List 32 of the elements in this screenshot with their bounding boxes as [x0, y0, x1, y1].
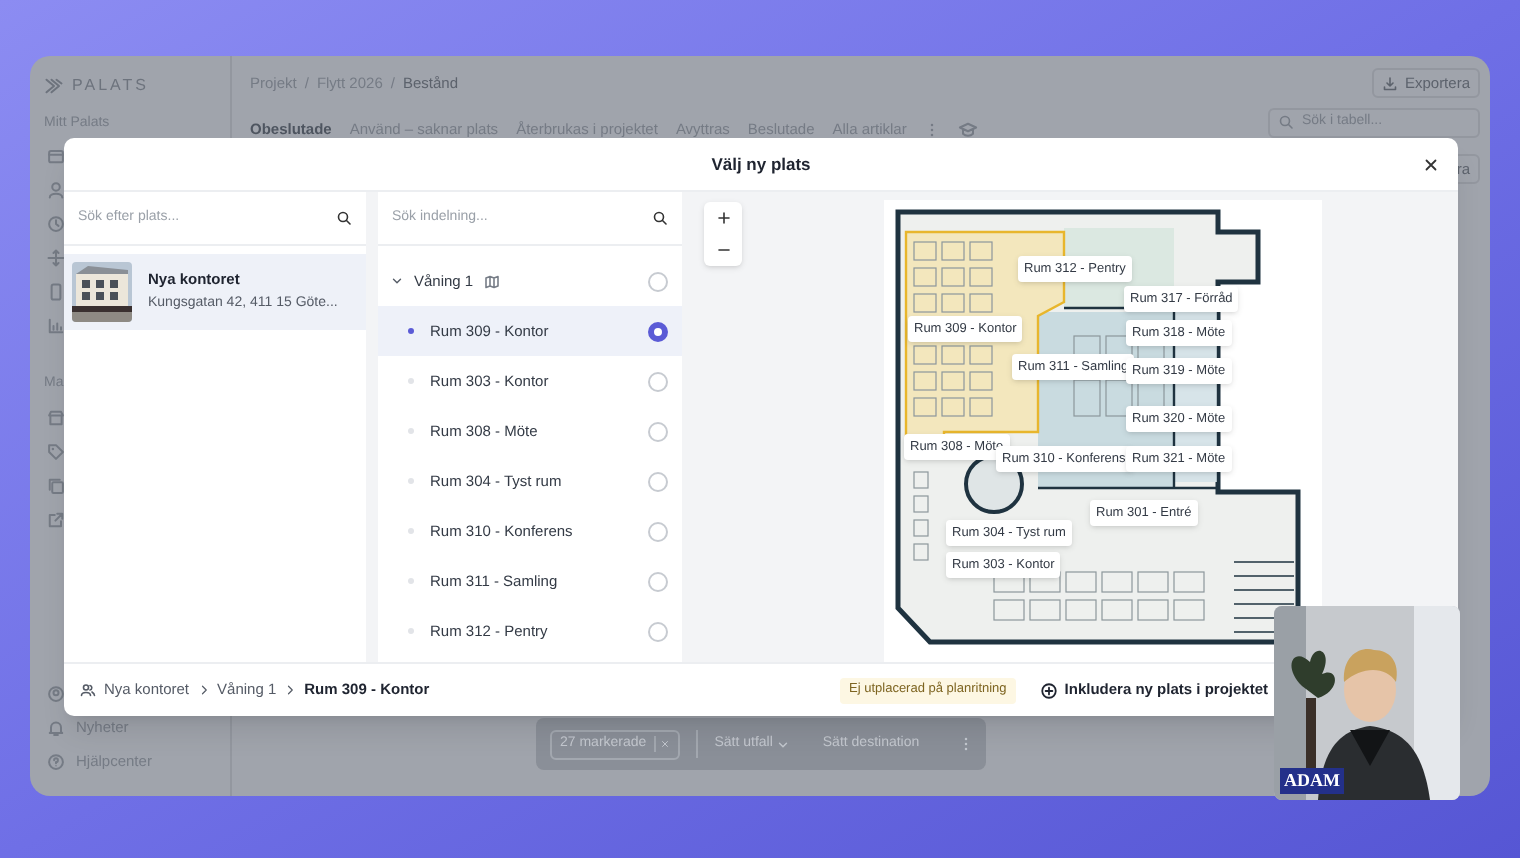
zoom-in-button[interactable]	[715, 210, 731, 226]
clock-icon[interactable]	[46, 214, 66, 234]
search-icon	[652, 210, 668, 226]
dialog-title: Välj ny plats	[711, 151, 811, 177]
name-tag: ADAM	[1280, 768, 1344, 794]
external-link-icon[interactable]	[46, 510, 66, 530]
download-icon	[1382, 75, 1399, 91]
chevron-icon	[197, 684, 210, 696]
bullet-icon	[408, 328, 414, 334]
move-icon[interactable]	[46, 248, 66, 268]
help-icon	[46, 751, 66, 771]
search-icon	[1278, 114, 1294, 130]
map-icon	[483, 273, 500, 289]
users-icon	[80, 682, 96, 698]
graduation-cap-icon[interactable]	[958, 120, 979, 140]
logo-icon	[44, 76, 64, 96]
chart-icon[interactable]	[46, 316, 66, 336]
user-icon[interactable]	[46, 180, 66, 200]
chevron-icon[interactable]	[390, 274, 404, 288]
copy-icon[interactable]	[46, 476, 66, 496]
radio-button[interactable]	[648, 321, 668, 341]
box-icon[interactable]	[46, 146, 66, 166]
user-circle-icon[interactable]	[46, 684, 66, 704]
search-icon	[336, 210, 352, 226]
plus-circle-icon	[1040, 681, 1059, 699]
phone-icon[interactable]	[46, 282, 66, 302]
shop-icon[interactable]	[46, 408, 66, 428]
caret-icon	[776, 737, 791, 751]
tag-icon[interactable]	[46, 442, 66, 462]
close-icon[interactable]	[1422, 156, 1440, 174]
chevron-icon	[284, 684, 297, 696]
bell-icon	[46, 717, 66, 737]
